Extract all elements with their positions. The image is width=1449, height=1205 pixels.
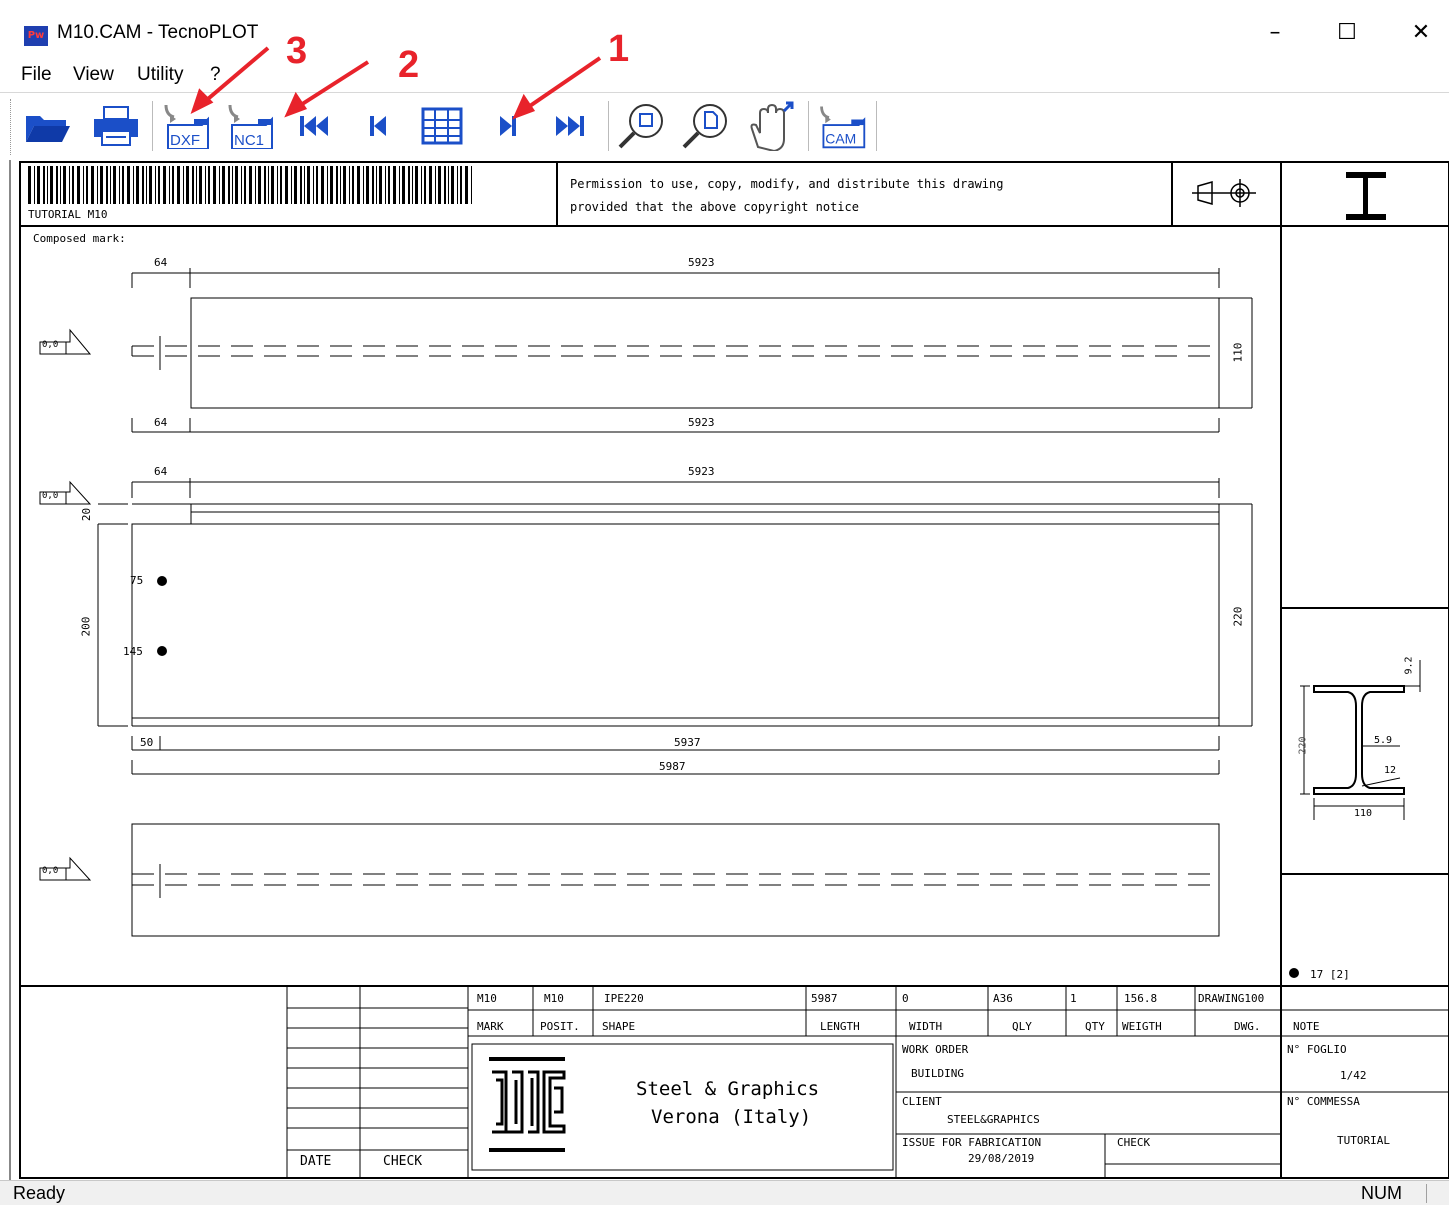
dim-text: 64 bbox=[154, 416, 168, 429]
tb-value: IPE220 bbox=[604, 992, 644, 1005]
section-web: 5.9 bbox=[1374, 735, 1393, 746]
company-city: Verona (Italy) bbox=[651, 1106, 812, 1128]
hole-dim: 145 bbox=[123, 645, 143, 658]
tb-label: QLY bbox=[1012, 1020, 1032, 1033]
drawing-canvas[interactable]: TUTORIAL M10 Permission to use, copy, mo… bbox=[0, 160, 1449, 1180]
view-bottom bbox=[39, 823, 1220, 937]
tb-label: CLIENT bbox=[902, 1095, 942, 1108]
section-width: 110 bbox=[1354, 808, 1373, 819]
title-block-grid bbox=[286, 986, 1449, 1178]
permission-line-1: Permission to use, copy, modify, and dis… bbox=[570, 177, 1004, 191]
tb-label: NOTE bbox=[1293, 1020, 1320, 1033]
dim-text: 110 bbox=[1231, 342, 1245, 363]
view-front bbox=[39, 478, 1253, 775]
tb-value: 1/42 bbox=[1340, 1069, 1367, 1082]
tb-label: ISSUE FOR FABRICATION bbox=[902, 1136, 1042, 1149]
tb-value: TUTORIAL bbox=[1337, 1134, 1390, 1147]
dim-text: 50 bbox=[140, 736, 154, 749]
tb-label: CHECK bbox=[1117, 1136, 1151, 1149]
dim-text: 5923 bbox=[688, 416, 715, 429]
annotation-3: 3 bbox=[286, 30, 308, 72]
tb-value: 0 bbox=[902, 992, 909, 1005]
tb-value: 29/08/2019 bbox=[968, 1152, 1035, 1165]
barcode bbox=[28, 166, 472, 204]
barcode-label: TUTORIAL M10 bbox=[28, 208, 108, 221]
drawing-svg bbox=[9, 160, 1449, 1180]
annotation-2: 2 bbox=[398, 44, 420, 86]
dim-text: 200 bbox=[79, 616, 93, 637]
origin-label: 0,0 bbox=[42, 866, 59, 876]
permission-line-2: provided that the above copyright notice bbox=[570, 200, 859, 214]
section-radius: 12 bbox=[1384, 765, 1397, 776]
projection-symbol bbox=[1192, 179, 1256, 207]
tb-label: DWG. bbox=[1234, 1020, 1261, 1033]
annotation-1: 1 bbox=[608, 28, 630, 70]
tb-value: M10 bbox=[544, 992, 564, 1005]
status-text: Ready bbox=[13, 1183, 66, 1203]
section-flange: 9.2 bbox=[1403, 656, 1415, 675]
tb-value: A36 bbox=[993, 992, 1013, 1005]
tb-label: QTY bbox=[1085, 1020, 1105, 1033]
tb-label: N° COMMESSA bbox=[1287, 1095, 1360, 1108]
hole-dim: 75 bbox=[130, 574, 144, 587]
red-annotation-arrows bbox=[190, 46, 602, 120]
view-top bbox=[39, 268, 1253, 433]
tb-label: SHAPE bbox=[602, 1020, 636, 1033]
tb-value: 156.8 bbox=[1124, 992, 1158, 1005]
section-height: 220 bbox=[1297, 736, 1309, 755]
tb-label: N° FOGLIO bbox=[1287, 1043, 1347, 1056]
dim-text: 5923 bbox=[688, 256, 715, 269]
tb-value: 5987 bbox=[811, 992, 838, 1005]
dim-text: 220 bbox=[1231, 606, 1245, 627]
tb-value: STEEL&GRAPHICS bbox=[947, 1113, 1040, 1126]
holes bbox=[157, 576, 167, 656]
tb-label: MARK bbox=[477, 1020, 504, 1033]
tb-value: M10 bbox=[477, 992, 497, 1005]
tb-label: LENGTH bbox=[820, 1020, 860, 1033]
status-divider bbox=[1426, 1184, 1427, 1203]
hole-count: 17 [2] bbox=[1310, 968, 1350, 981]
dim-text: 20 bbox=[80, 507, 94, 522]
beam-symbol bbox=[1346, 172, 1386, 220]
origin-label: 0,0 bbox=[42, 340, 59, 350]
tb-value: 1 bbox=[1070, 992, 1077, 1005]
tb-label: WEIGTH bbox=[1122, 1020, 1162, 1033]
company-logo bbox=[489, 1057, 566, 1152]
tb-label: WIDTH bbox=[909, 1020, 943, 1033]
tb-label: POSIT. bbox=[540, 1020, 580, 1033]
dim-text: 64 bbox=[154, 465, 168, 478]
origin-label: 0,0 bbox=[42, 491, 59, 501]
dim-text: 5987 bbox=[659, 760, 686, 773]
tb-value: DRAWING100 bbox=[1198, 992, 1265, 1005]
dim-text: 64 bbox=[154, 256, 168, 269]
tb-label: WORK ORDER bbox=[902, 1043, 969, 1056]
dim-text: 5923 bbox=[688, 465, 715, 478]
check-column-label: CHECK bbox=[383, 1154, 423, 1169]
tb-value: BUILDING bbox=[911, 1067, 964, 1080]
company-name: Steel & Graphics bbox=[636, 1078, 820, 1100]
date-column-label: DATE bbox=[300, 1154, 332, 1169]
dim-text: 5937 bbox=[674, 736, 701, 749]
num-lock-indicator: NUM bbox=[1361, 1183, 1402, 1203]
status-bar: Ready NUM bbox=[0, 1180, 1449, 1205]
composed-mark-label: Composed mark: bbox=[33, 232, 126, 245]
